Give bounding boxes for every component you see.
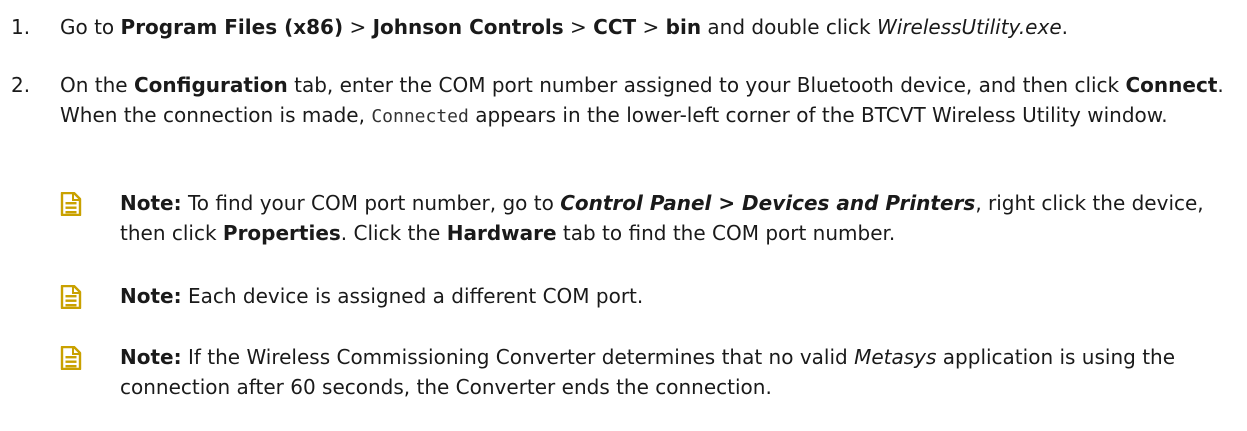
text-run: and double click — [701, 15, 877, 39]
document-page: 1. Go to Program Files (x86) > Johnson C… — [0, 0, 1247, 431]
note-label: Note: — [120, 345, 182, 369]
path-johnson-controls: Johnson Controls — [372, 15, 564, 39]
path-program-files: Program Files (x86) — [120, 15, 344, 39]
text-run: On the — [60, 73, 134, 97]
menu-path: Control Panel > Devices and Printers — [560, 191, 976, 215]
text-run: > — [563, 15, 594, 39]
tab-name: Hardware — [446, 221, 557, 245]
step-number: 2. — [11, 73, 31, 97]
step-text: On the Configuration tab, enter the COM … — [60, 70, 1240, 132]
text-run: . — [1061, 15, 1068, 39]
text-run: > — [636, 15, 666, 39]
menu-item-name: Properties — [222, 221, 341, 245]
note-text: Note: Each device is assigned a differen… — [120, 281, 1240, 311]
path-bin: bin — [665, 15, 702, 39]
status-code-text: Connected — [371, 106, 469, 127]
note-label: Note: — [120, 284, 182, 308]
path-cct: CCT — [593, 15, 637, 39]
text-run: Go to — [60, 15, 121, 39]
note-text: Note: To find your COM port number, go t… — [120, 188, 1240, 248]
step-number: 1. — [11, 15, 31, 39]
product-name: Metasys — [854, 345, 937, 369]
step-text: Go to Program Files (x86) > Johnson Cont… — [60, 12, 1240, 42]
text-run: appears in the lower-left corner of the … — [468, 103, 1168, 127]
note-document-icon — [60, 192, 82, 216]
text-run: > — [343, 15, 373, 39]
tab-name: Configuration — [133, 73, 288, 97]
text-run: Each device is assigned a different COM … — [181, 284, 644, 308]
button-name: Connect — [1125, 73, 1218, 97]
text-run: To find your COM port number, go to — [181, 191, 561, 215]
note-label: Note: — [120, 191, 182, 215]
note-document-icon — [60, 285, 82, 309]
text-run: . Click the — [340, 221, 447, 245]
text-run: tab to find the COM port number. — [556, 221, 896, 245]
note-text: Note: If the Wireless Commissioning Conv… — [120, 342, 1240, 402]
note-document-icon — [60, 346, 82, 370]
text-run: If the Wireless Commissioning Converter … — [181, 345, 855, 369]
file-name: WirelessUtility.exe — [876, 15, 1062, 39]
text-run: tab, enter the COM port number assigned … — [287, 73, 1126, 97]
